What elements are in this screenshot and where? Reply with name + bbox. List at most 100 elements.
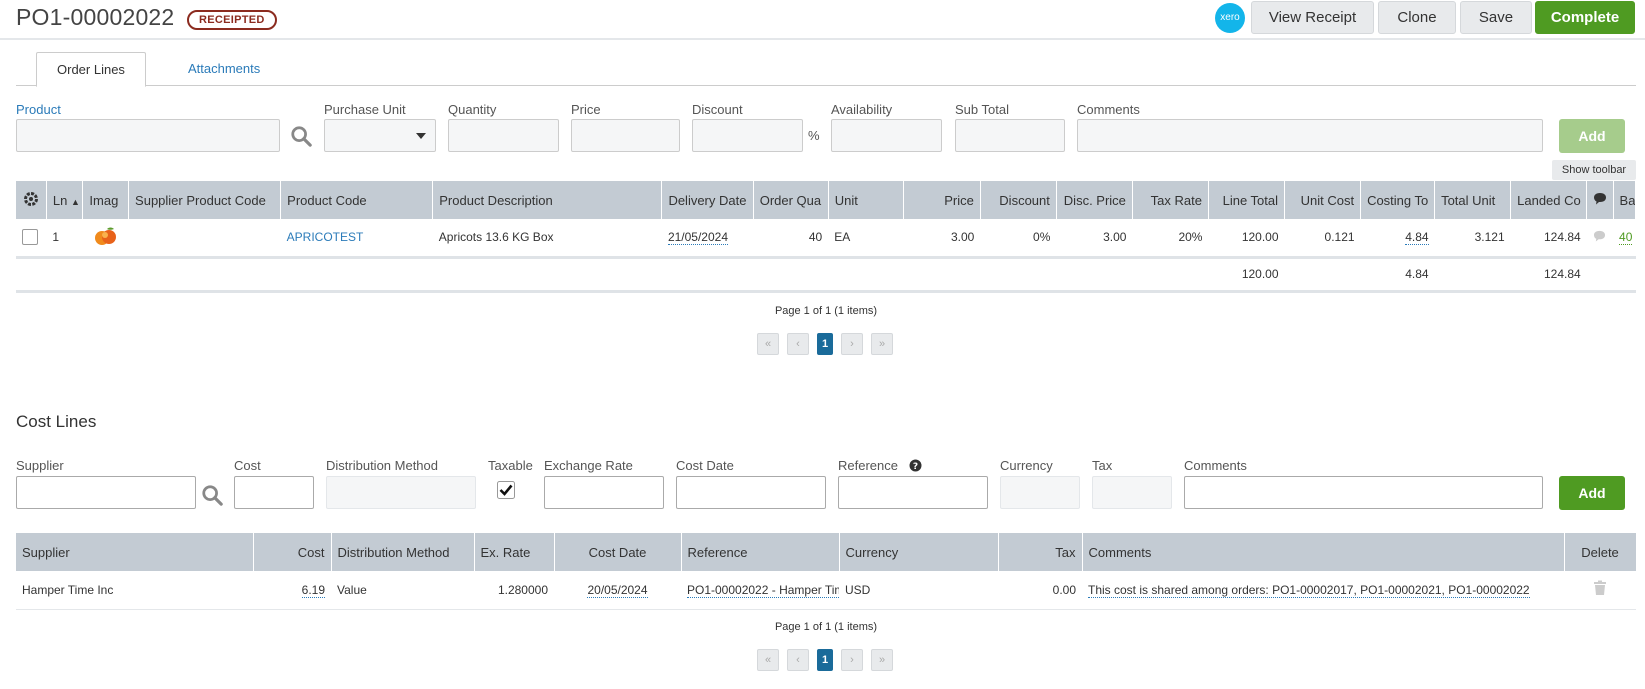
tab-order-lines[interactable]: Order Lines [36, 52, 146, 87]
sub-total-input[interactable] [955, 119, 1065, 152]
col-unit[interactable]: Unit [828, 181, 904, 219]
distribution-method-label: Distribution Method [326, 458, 438, 473]
col-supplier[interactable]: Supplier [16, 533, 254, 571]
product-code-link[interactable]: APRICOTEST [287, 230, 364, 244]
view-receipt-button[interactable]: View Receipt [1251, 1, 1374, 34]
discount-label: Discount [692, 102, 743, 117]
col-product-code[interactable]: Product Code [280, 181, 434, 219]
discount: 0% [980, 219, 1057, 258]
product-input[interactable] [16, 119, 280, 152]
add-cost-line-button[interactable]: Add [1559, 476, 1625, 510]
current-page[interactable]: 1 [817, 333, 833, 355]
col-ln[interactable]: Ln ▲ [46, 181, 84, 219]
prev-page-icon[interactable]: ‹ [787, 649, 809, 671]
distribution-method-select[interactable] [326, 476, 476, 509]
row-comment-icon[interactable] [1586, 219, 1614, 258]
next-page-icon[interactable]: › [841, 333, 863, 355]
col-discount[interactable]: Discount [980, 181, 1057, 219]
supplier-search-icon[interactable] [201, 484, 223, 506]
tax-rate: 20% [1132, 219, 1209, 258]
col-balance[interactable]: Ba [1613, 181, 1637, 219]
save-button[interactable]: Save [1460, 1, 1532, 34]
col-tax[interactable]: Tax [998, 533, 1083, 571]
svg-text:?: ? [913, 462, 918, 472]
trash-icon[interactable] [1564, 571, 1636, 610]
col-reference[interactable]: Reference [681, 533, 840, 571]
next-page-icon[interactable]: › [841, 649, 863, 671]
costing-total[interactable]: 4.84 [1405, 230, 1429, 246]
col-costing-total[interactable]: Costing To [1360, 181, 1436, 219]
delivery-date[interactable]: 21/05/2024 [667, 230, 728, 246]
taxable-label: Taxable [488, 458, 533, 473]
col-comments[interactable]: Comments [1082, 533, 1565, 571]
prev-page-icon[interactable]: ‹ [787, 333, 809, 355]
ex-rate: 1.280000 [474, 571, 554, 610]
cost-input[interactable] [234, 476, 314, 509]
col-cost-date[interactable]: Cost Date [554, 533, 682, 571]
reference-label: Reference [838, 458, 898, 473]
cost-date-input[interactable] [676, 476, 826, 509]
availability-input[interactable] [831, 119, 942, 152]
cost-comments-input[interactable] [1184, 476, 1543, 509]
supplier-product-code [128, 219, 281, 258]
last-page-icon[interactable]: » [871, 333, 893, 355]
col-currency[interactable]: Currency [839, 533, 999, 571]
col-line-total[interactable]: Line Total [1208, 181, 1286, 219]
apricot-product-image [82, 219, 129, 258]
col-supplier-product-code[interactable]: Supplier Product Code [128, 181, 282, 219]
reference[interactable]: PO1-00002022 - Hamper Time [687, 582, 839, 598]
add-order-line-button[interactable]: Add [1559, 119, 1625, 153]
tax-label: Tax [1092, 458, 1113, 473]
first-page-icon[interactable]: « [757, 333, 779, 355]
supplier-input[interactable] [16, 476, 196, 509]
col-image[interactable]: Imag [82, 181, 130, 219]
cost-comment[interactable]: This cost is shared among orders: PO1-00… [1088, 582, 1530, 598]
first-page-icon[interactable]: « [757, 649, 779, 671]
price-input[interactable] [571, 119, 680, 152]
price-label: Price [571, 102, 601, 117]
col-delete: Delete [1564, 533, 1637, 571]
tax-input[interactable] [1092, 476, 1172, 509]
col-product-description[interactable]: Product Description [432, 181, 663, 219]
last-page-icon[interactable]: » [871, 649, 893, 671]
cost-lines-header-row: Supplier Cost Distribution Method Ex. Ra… [16, 533, 1637, 571]
exchange-rate-input[interactable] [544, 476, 664, 509]
cost-value[interactable]: 6.19 [301, 582, 325, 598]
comments-input[interactable] [1077, 119, 1543, 152]
cost-lines-title: Cost Lines [16, 412, 97, 431]
quantity-input[interactable] [448, 119, 559, 152]
search-icon[interactable] [290, 125, 312, 147]
current-page[interactable]: 1 [817, 649, 833, 671]
reference-input[interactable] [838, 476, 988, 509]
gear-icon[interactable] [16, 181, 47, 219]
col-delivery-date[interactable]: Delivery Date [661, 181, 754, 219]
col-ex-rate[interactable]: Ex. Rate [474, 533, 555, 571]
currency-input[interactable] [1000, 476, 1080, 509]
show-toolbar-button[interactable]: Show toolbar [1552, 160, 1636, 180]
col-order-qty[interactable]: Order Qua [753, 181, 829, 219]
xero-logo[interactable]: xero [1215, 3, 1245, 33]
status-badge: RECEIPTED [187, 10, 277, 30]
complete-button[interactable]: Complete [1535, 1, 1635, 34]
col-price[interactable]: Price [903, 181, 981, 219]
taxable-checkbox[interactable] [497, 481, 515, 499]
col-landed-cost[interactable]: Landed Co [1510, 181, 1588, 219]
currency-label: Currency [1000, 458, 1053, 473]
balance-link[interactable]: 40 [1619, 230, 1633, 246]
col-distribution-method[interactable]: Distribution Method [331, 533, 475, 571]
availability-label: Availability [831, 102, 893, 117]
col-disc-price[interactable]: Disc. Price [1056, 181, 1133, 219]
col-cost[interactable]: Cost [253, 533, 332, 571]
col-total-unit[interactable]: Total Unit [1434, 181, 1512, 219]
row-checkbox[interactable] [22, 229, 38, 246]
product-label: Product [16, 102, 61, 117]
col-tax-rate[interactable]: Tax Rate [1132, 181, 1209, 219]
help-icon[interactable]: ? [909, 459, 922, 472]
cost-date[interactable]: 20/05/2024 [587, 582, 648, 598]
tab-attachments[interactable]: Attachments [168, 52, 280, 87]
col-unit-cost[interactable]: Unit Cost [1284, 181, 1362, 219]
clone-button[interactable]: Clone [1378, 1, 1456, 34]
discount-input[interactable] [692, 119, 803, 152]
sub-total-label: Sub Total [955, 102, 1009, 117]
order-qty: 40 [753, 219, 829, 258]
